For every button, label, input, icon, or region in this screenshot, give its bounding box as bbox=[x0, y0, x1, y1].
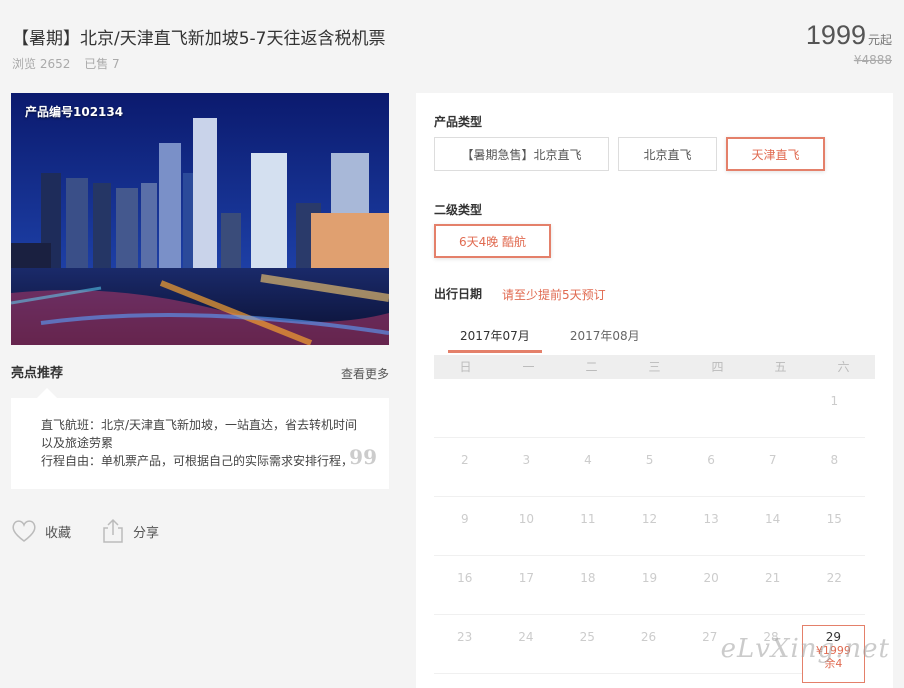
weekday-label: 四 bbox=[711, 360, 724, 374]
heart-icon bbox=[12, 520, 36, 542]
calendar-day: 25 bbox=[579, 630, 595, 644]
weekday-label: 日 bbox=[459, 360, 472, 374]
calendar-day: 3 bbox=[522, 453, 531, 467]
calendar-day: 22 bbox=[826, 571, 842, 585]
tab-july[interactable]: 2017年07月 bbox=[448, 327, 542, 353]
calendar-day: 9 bbox=[460, 512, 469, 526]
type-option[interactable]: 北京直飞 bbox=[618, 137, 717, 171]
calendar-day: 24 bbox=[518, 630, 534, 644]
calendar-week: 2 3 4 5 6 7 8 bbox=[434, 438, 865, 497]
weekday-label: 六 bbox=[837, 360, 850, 374]
calendar-day: 5 bbox=[645, 453, 654, 467]
month-tabs: 2017年07月 2017年08月 bbox=[448, 327, 668, 353]
price: 1999 bbox=[805, 20, 866, 50]
share-icon bbox=[103, 518, 123, 543]
calendar-grid: 1 2 3 4 5 6 7 8 9 10 11 12 13 14 15 16 17 18 19 20 21 22 23 24 2… bbox=[434, 379, 875, 683]
calendar-day-empty bbox=[557, 379, 619, 437]
action-bar: 收藏 分享 bbox=[11, 518, 189, 544]
favorite-button[interactable]: 收藏 bbox=[11, 519, 71, 543]
old-price: ¥4888 bbox=[853, 53, 892, 67]
calendar-week: 9 10 11 12 13 14 15 bbox=[434, 497, 865, 556]
view-count: 浏览 2652 bbox=[12, 57, 71, 71]
sub-type-option-selected[interactable]: 6天4晚 酷航 bbox=[434, 224, 551, 258]
highlights-title: 亮点推荐 bbox=[11, 366, 64, 381]
calendar-week: 16 17 18 19 20 21 22 bbox=[434, 556, 865, 615]
sold-count: 已售 7 bbox=[84, 57, 120, 71]
product-code: 产品编号102134 bbox=[25, 105, 124, 119]
calendar-day-empty bbox=[434, 379, 496, 437]
calendar-day: 21 bbox=[765, 571, 781, 585]
weekday-label: 三 bbox=[648, 360, 661, 374]
highlights-header: 亮点推荐 查看更多 bbox=[11, 362, 389, 381]
product-photo[interactable]: 产品编号102134 bbox=[11, 93, 389, 345]
calendar-day-empty bbox=[619, 379, 681, 437]
type-option-selected[interactable]: 天津直飞 bbox=[726, 137, 825, 171]
share-label: 分享 bbox=[133, 525, 160, 541]
calendar-day: 1 bbox=[830, 394, 839, 408]
price-suffix: 元起 bbox=[867, 33, 892, 47]
calendar-day: 18 bbox=[580, 571, 596, 585]
quote-icon: 99 bbox=[349, 445, 377, 469]
booking-panel: 产品类型 【暑期急售】北京直飞 北京直飞 天津直飞 二级类型 6天4晚 酷航 出… bbox=[416, 93, 893, 688]
weekday-label: 二 bbox=[585, 360, 598, 374]
singapore-skyline-image bbox=[11, 93, 389, 345]
calendar-day: 11 bbox=[580, 512, 596, 526]
calendar-day: 20 bbox=[703, 571, 719, 585]
calendar-day: 16 bbox=[457, 571, 473, 585]
price-box: 1999 元起 ¥4888 bbox=[806, 20, 892, 67]
watermark: eLvXing.net bbox=[720, 634, 890, 664]
favorite-label: 收藏 bbox=[45, 525, 72, 541]
calendar-day: 26 bbox=[640, 630, 657, 644]
calendar-day: 8 bbox=[830, 453, 839, 467]
calendar-day-empty bbox=[680, 379, 742, 437]
highlight-line: 以及旅途劳累 bbox=[41, 436, 114, 450]
travel-date-label: 出行日期 bbox=[434, 287, 483, 301]
view-more-link[interactable]: 查看更多 bbox=[341, 365, 389, 382]
highlight-line: 行程自由：单机票产品，可根据自己的实际需求安排行程， bbox=[41, 454, 354, 468]
calendar-day: 23 bbox=[457, 630, 473, 644]
calendar-day: 6 bbox=[707, 453, 715, 467]
highlight-line: 直飞航班：北京/天津直飞新加坡，一站直达，省去转机时间 bbox=[41, 418, 358, 432]
product-type-label: 产品类型 bbox=[434, 115, 483, 129]
calendar-day-empty bbox=[496, 379, 558, 437]
calendar-day: 17 bbox=[518, 571, 534, 585]
weekday-label: 五 bbox=[774, 360, 787, 374]
weekday-label: 一 bbox=[522, 360, 535, 374]
calendar-week: 1 bbox=[434, 379, 865, 438]
calendar-day: 4 bbox=[584, 453, 592, 467]
tab-august[interactable]: 2017年08月 bbox=[558, 327, 652, 353]
calendar-day: 10 bbox=[518, 512, 534, 526]
booking-note: 请至少提前5天预订 bbox=[502, 288, 606, 302]
calendar-day-empty bbox=[742, 379, 804, 437]
calendar-day: 13 bbox=[703, 512, 719, 526]
product-meta: 浏览 2652 已售 7 bbox=[12, 55, 130, 72]
sub-type-label: 二级类型 bbox=[434, 203, 483, 217]
calendar-day: 15 bbox=[826, 512, 842, 526]
calendar-day: 2 bbox=[460, 453, 469, 467]
product-title: 【暑期】北京/天津直飞新加坡5-7天往返含税机票 bbox=[12, 29, 386, 49]
calendar-day: 14 bbox=[765, 512, 781, 526]
calendar-day: 19 bbox=[641, 571, 658, 585]
highlights-box: 直飞航班：北京/天津直飞新加坡，一站直达，省去转机时间 以及旅途劳累 行程自由：… bbox=[11, 388, 389, 489]
share-button[interactable]: 分享 bbox=[101, 518, 159, 544]
calendar-day: 12 bbox=[641, 512, 658, 526]
type-option[interactable]: 【暑期急售】北京直飞 bbox=[434, 137, 609, 171]
weekday-header: 日一二三四五六 bbox=[434, 355, 875, 379]
calendar-day: 7 bbox=[768, 453, 777, 467]
